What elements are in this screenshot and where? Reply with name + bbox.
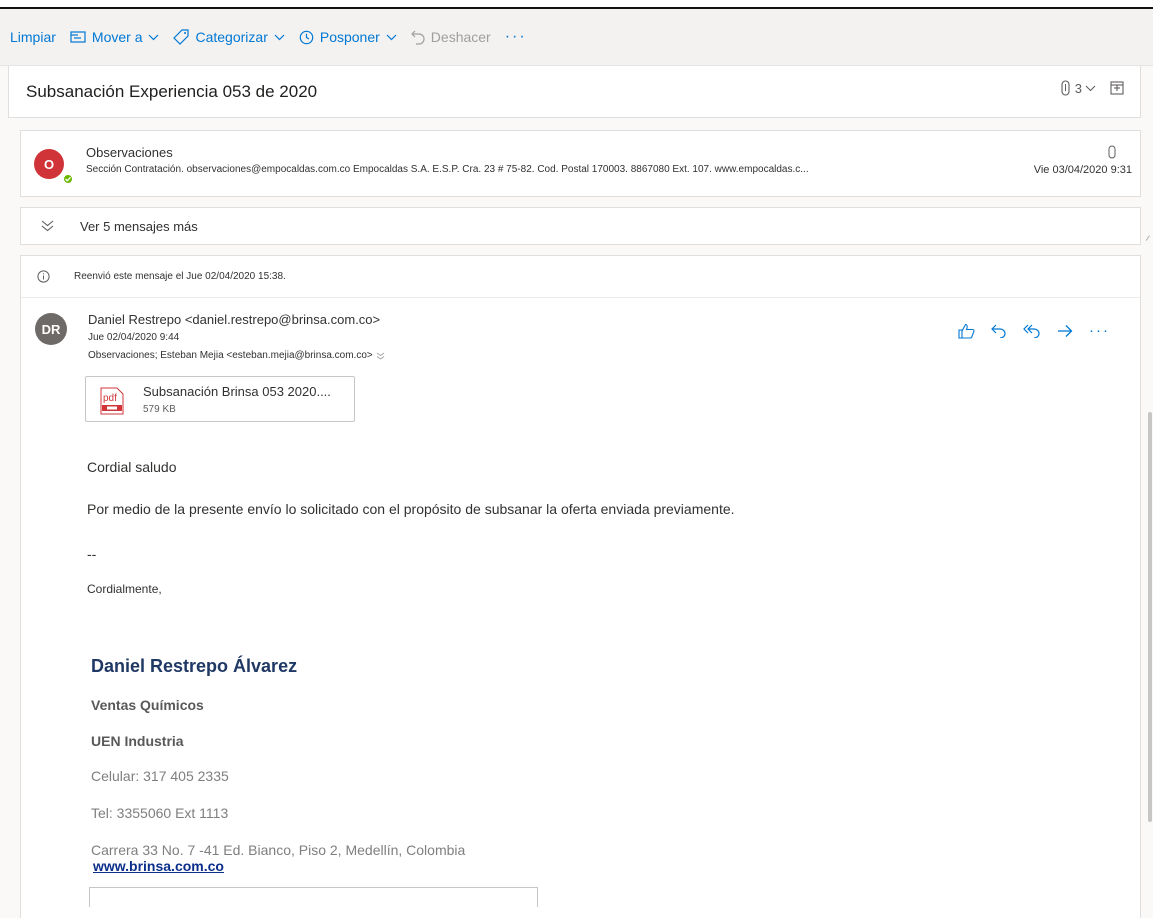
signature-mobile: Celular: 317 405 2335 (91, 768, 229, 784)
signature-banner (89, 887, 538, 907)
pdf-file-icon: pdf (100, 387, 124, 420)
folder-move-icon (70, 30, 86, 44)
tag-icon (173, 29, 190, 45)
chevron-down-icon (274, 34, 285, 41)
body-closing: Cordialmente, (87, 582, 162, 596)
signature-phone: Tel: 3355060 Ext 1113 (91, 805, 229, 821)
body-separator: -- (87, 546, 97, 562)
collapsed-message-card[interactable]: O Observaciones Sección Contratación. ob… (20, 130, 1141, 197)
clean-button[interactable]: Limpiar (10, 29, 56, 45)
recipients[interactable]: Observaciones; Esteban Mejia <esteban.me… (88, 350, 385, 361)
recipients-text: Observaciones; Esteban Mejia <esteban.me… (88, 350, 373, 361)
paperclip-icon (1108, 145, 1116, 164)
avatar-initial: O (43, 156, 55, 172)
command-toolbar: Limpiar Mover a Categorizar Posponer Des… (0, 9, 1153, 66)
attachment-name: Subsanación Brinsa 053 2020.... (143, 384, 331, 399)
arrow-right-icon (1058, 324, 1073, 337)
move-to-button[interactable]: Mover a (70, 29, 160, 45)
avatar-initials: DR (41, 321, 61, 337)
chevron-down-icon (386, 34, 397, 41)
clean-label: Limpiar (10, 29, 56, 45)
categorize-button[interactable]: Categorizar (173, 29, 285, 45)
clock-icon (299, 30, 314, 45)
info-icon (37, 270, 50, 283)
avatar: DR (35, 313, 67, 345)
forward-notice-text: Reenvió este mensaje el Jue 02/04/2020 1… (74, 271, 286, 282)
paperclip-icon (1061, 80, 1070, 96)
presence-available-icon (62, 173, 74, 185)
undo-icon (410, 30, 425, 45)
attachment-count: 3 (1074, 80, 1082, 96)
see-more-label: Ver 5 mensajes más (80, 218, 198, 234)
sender-name: Observaciones (86, 145, 173, 160)
snooze-label: Posponer (319, 29, 380, 45)
thumbs-up-icon (958, 323, 975, 339)
reply-all-icon (1023, 324, 1040, 338)
attachment-count-button[interactable]: 3 (1061, 80, 1096, 96)
chevron-down-icon (148, 34, 159, 41)
svg-text:pdf: pdf (103, 393, 117, 404)
undo-button[interactable]: Deshacer (410, 29, 491, 45)
window-top-edge (0, 0, 1153, 9)
like-button[interactable] (958, 323, 975, 339)
message-more-button[interactable]: ··· (1089, 322, 1110, 339)
message-actions: ··· (942, 322, 1110, 339)
signature-unit: UEN Industria (91, 733, 184, 749)
signature-website-link[interactable]: www.brinsa.com.co (93, 858, 224, 874)
expand-all-button[interactable] (1110, 81, 1124, 95)
sender-name[interactable]: Daniel Restrepo <daniel.restrepo@brinsa.… (88, 312, 380, 327)
categorize-label: Categorizar (195, 29, 268, 45)
expanded-message-card: Reenvió este mensaje el Jue 02/04/2020 1… (20, 255, 1141, 918)
signature-address: Carrera 33 No. 7 -41 Ed. Bianco, Piso 2,… (91, 842, 466, 858)
undo-label: Deshacer (430, 29, 491, 45)
reply-icon (991, 324, 1006, 338)
expand-all-icon (1110, 81, 1124, 95)
attachment-card[interactable]: pdf Subsanación Brinsa 053 2020.... 579 … (85, 376, 355, 422)
attachment-size: 579 KB (143, 404, 176, 415)
message-date: Vie 03/04/2020 9:31 (1033, 164, 1132, 176)
more-label: ··· (504, 28, 527, 45)
scroll-up-mark (1145, 235, 1153, 243)
scrollbar-thumb[interactable] (1148, 412, 1152, 822)
chevron-down-icon (1085, 85, 1096, 92)
message-preview: Sección Contratación. observaciones@empo… (86, 164, 809, 175)
signature-role: Ventas Químicos (91, 697, 204, 713)
subject-actions: 3 (1057, 80, 1124, 96)
subject-header: Subsanación Experiencia 053 de 2020 3 (8, 66, 1141, 118)
avatar: O (34, 149, 64, 179)
more-actions-button[interactable]: ··· (505, 28, 527, 46)
signature-name: Daniel Restrepo Álvarez (91, 656, 298, 676)
snooze-button[interactable]: Posponer (299, 29, 397, 45)
forward-notice: Reenvió este mensaje el Jue 02/04/2020 1… (21, 256, 1140, 298)
see-more-messages-button[interactable]: Ver 5 mensajes más (20, 207, 1141, 245)
subject-title: Subsanación Experiencia 053 de 2020 (26, 81, 318, 101)
scrollbar[interactable] (1145, 122, 1153, 918)
double-chevron-down-icon (41, 220, 54, 232)
reply-all-button[interactable] (1023, 324, 1041, 338)
forward-button[interactable] (1057, 324, 1073, 338)
body-paragraph: Por medio de la presente envío lo solici… (87, 501, 735, 517)
move-to-label: Mover a (91, 29, 143, 45)
body-greeting: Cordial saludo (87, 459, 177, 475)
reply-button[interactable] (991, 324, 1007, 338)
reading-pane: Subsanación Experiencia 053 de 2020 3 O … (8, 66, 1153, 918)
double-chevron-down-icon (376, 352, 385, 360)
message-date: Jue 02/04/2020 9:44 (88, 332, 180, 343)
